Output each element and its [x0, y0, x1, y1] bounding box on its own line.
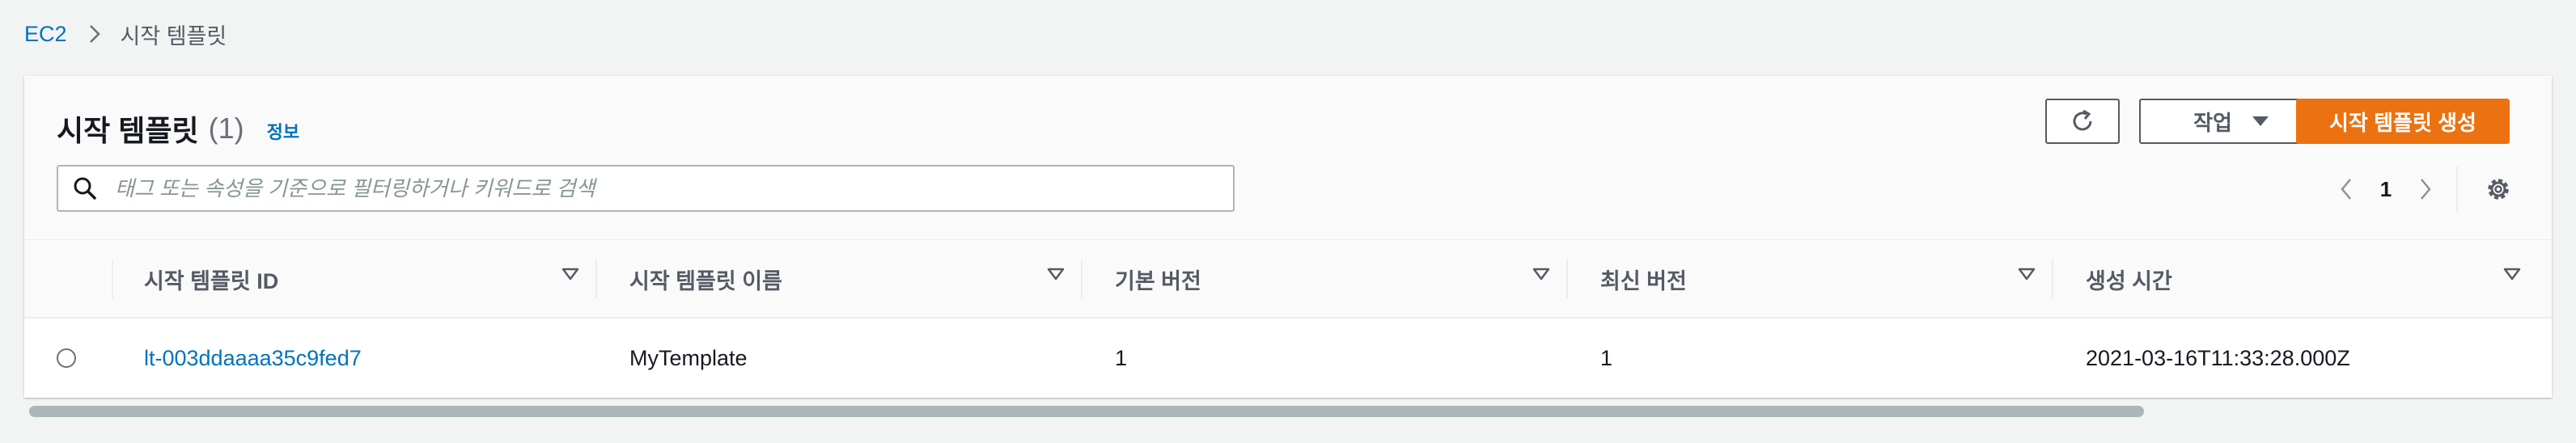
current-page-number[interactable]: 1	[2362, 177, 2409, 202]
panel-header: 시작 템플릿 (1) 정보 작업 시작 템플릿 생성 태그 또는 속성을 기준으…	[24, 76, 2552, 239]
table-row[interactable]: lt-003ddaaaa35c9fed7 MyTemplate 1 1 2021…	[24, 319, 2552, 398]
search-input[interactable]	[113, 175, 1233, 202]
created-time-cell: 2021-03-16T11:33:28.000Z	[2086, 345, 2350, 370]
row-select-radio[interactable]	[57, 348, 76, 368]
settings-gear-icon[interactable]	[2484, 175, 2513, 204]
chevron-left-icon[interactable]	[2330, 177, 2362, 201]
breadcrumb: EC2 시작 템플릿	[24, 16, 227, 52]
column-header-name[interactable]: 시작 템플릿 이름	[629, 240, 1081, 318]
default-version-cell: 1	[1115, 345, 1128, 370]
page-title: 시작 템플릿	[57, 114, 199, 147]
table-header: 시작 템플릿 ID 시작 템플릿 이름 기본 버전 최신 버전 생성 시간	[24, 239, 2552, 319]
template-id-link[interactable]: lt-003ddaaaa35c9fed7	[144, 319, 362, 398]
column-header-latest-version[interactable]: 최신 버전	[1600, 240, 2052, 318]
actions-label: 작업	[2193, 110, 2232, 135]
scrollbar-thumb[interactable]	[29, 406, 2144, 417]
column-header-label: 기본 버전	[1115, 268, 1201, 293]
sort-icon[interactable]	[1532, 268, 1550, 281]
filter-search-box[interactable]	[57, 165, 1235, 212]
info-link[interactable]: 정보	[267, 118, 299, 144]
column-header-label: 생성 시간	[2086, 268, 2172, 293]
column-header-label: 최신 버전	[1600, 268, 1687, 293]
column-header-label: 시작 템플릿 이름	[629, 268, 782, 293]
column-divider	[1566, 259, 1568, 298]
title-wrap: 시작 템플릿 (1) 정보	[57, 108, 299, 149]
launch-templates-panel: 시작 템플릿 (1) 정보 작업 시작 템플릿 생성 태그 또는 속성을 기준으…	[24, 76, 2552, 398]
column-header-id[interactable]: 시작 템플릿 ID	[144, 240, 595, 318]
breadcrumb-ec2-link[interactable]: EC2	[24, 22, 67, 47]
chevron-right-icon	[88, 23, 101, 44]
sort-icon[interactable]	[2503, 268, 2521, 281]
sort-icon[interactable]	[561, 268, 579, 281]
breadcrumb-current: 시작 템플릿	[120, 23, 227, 49]
item-count: (1)	[208, 112, 244, 145]
column-header-default-version[interactable]: 기본 버전	[1115, 240, 1566, 318]
latest-version-cell: 1	[1600, 345, 1613, 370]
column-header-created[interactable]: 생성 시간	[2086, 240, 2537, 318]
pager-divider	[2456, 167, 2458, 212]
horizontal-scrollbar[interactable]	[24, 403, 2552, 420]
column-divider	[112, 259, 113, 298]
sort-icon[interactable]	[2018, 268, 2036, 281]
column-divider	[2052, 259, 2053, 298]
search-icon	[73, 176, 97, 200]
refresh-icon	[2069, 108, 2096, 135]
caret-down-icon	[2252, 115, 2269, 128]
pagination: 1	[2330, 167, 2442, 212]
sort-icon[interactable]	[1047, 268, 1065, 281]
template-name-cell: MyTemplate	[629, 345, 748, 370]
column-header-label: 시작 템플릿 ID	[144, 268, 279, 293]
chevron-right-icon[interactable]	[2409, 177, 2442, 201]
create-launch-template-button[interactable]: 시작 템플릿 생성	[2296, 99, 2510, 144]
column-divider	[1081, 259, 1083, 298]
refresh-button[interactable]	[2045, 99, 2120, 144]
column-divider	[595, 259, 597, 298]
